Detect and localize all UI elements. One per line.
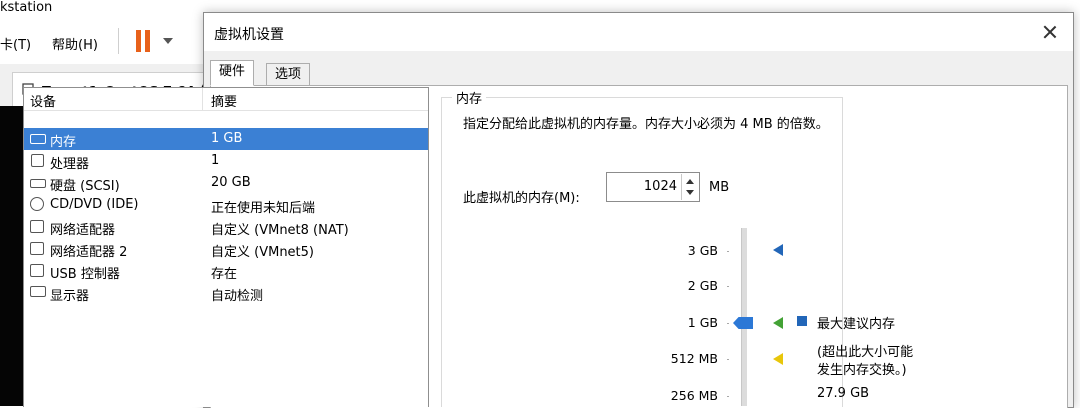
device-name: USB 控制器 (50, 267, 120, 282)
pause-icon[interactable] (136, 30, 152, 52)
scale-label-512mb: 512 MB (670, 351, 718, 366)
device-row-network-adapter-2[interactable]: 网络适配器 2 自定义 (VMnet5) (24, 238, 428, 260)
device-name: 显示器 (50, 289, 90, 304)
scale-label-2gb: 2 GB (687, 278, 718, 293)
device-row-memory[interactable]: 内存 1 GB (24, 128, 428, 150)
menu-item-tabs[interactable]: 卡(T) (0, 34, 31, 53)
device-list[interactable]: 设备 摘要 内存 1 GB 处理器 1 硬盘 (SCSI) 20 GB CD/D… (23, 87, 429, 407)
chevron-down-icon[interactable] (163, 38, 173, 44)
processor-icon (31, 154, 44, 167)
scale-label-256mb: 256 MB (670, 388, 718, 403)
device-summary: 自定义 (VMnet8 (NAT) (211, 223, 349, 238)
swap-note-line1: (超出此大小可能 (817, 345, 914, 360)
column-header-summary[interactable]: 摘要 (211, 91, 237, 110)
device-summary: 正在使用未知后端 (211, 201, 316, 216)
app-title: kstation (0, 0, 53, 15)
scale-label-1gb: 1 GB (687, 315, 718, 330)
column-divider (202, 88, 203, 110)
device-name: 网络适配器 (50, 223, 116, 238)
max-memory-marker-icon (773, 244, 783, 256)
spin-buttons (681, 174, 698, 200)
device-name: 网络适配器 2 (50, 245, 128, 260)
max-recommended-value: 27.9 GB (817, 386, 870, 401)
memory-description: 指定分配给此虚拟机的内存量。内存大小必须为 4 MB 的倍数。 (463, 117, 829, 132)
device-row-hard-disk[interactable]: 硬盘 (SCSI) 20 GB (24, 172, 428, 194)
device-row-display[interactable]: 显示器 自动检测 (24, 282, 428, 304)
spin-up-icon[interactable] (686, 179, 694, 184)
dialog-title: 虚拟机设置 (214, 27, 284, 43)
hard-disk-icon (30, 179, 46, 188)
menu-item-help[interactable]: 帮助(H) (52, 34, 98, 53)
device-summary: 1 (211, 153, 220, 168)
display-icon (30, 286, 46, 297)
column-header-device[interactable]: 设备 (30, 91, 56, 110)
toolbar-separator (118, 28, 119, 54)
scale-label-3gb: 3 GB (687, 243, 718, 258)
memory-unit: MB (709, 180, 730, 195)
device-summary: 1 GB (211, 131, 243, 146)
device-name: 处理器 (50, 157, 90, 172)
max-recommended-legend-icon (797, 316, 807, 326)
memory-spinbox[interactable]: 1024 (606, 172, 700, 202)
tick-mark (727, 396, 729, 397)
recommended-memory-marker-icon (773, 317, 783, 329)
device-row-network-adapter[interactable]: 网络适配器 自定义 (VMnet8 (NAT) (24, 216, 428, 238)
device-row-processor[interactable]: 处理器 1 (24, 150, 428, 172)
device-row-usb-controller[interactable]: USB 控制器 存在 (24, 260, 428, 282)
device-summary: 自动检测 (211, 289, 264, 304)
device-row-cd-dvd[interactable]: CD/DVD (IDE) 正在使用未知后端 (24, 194, 428, 216)
device-name: CD/DVD (IDE) (50, 197, 139, 212)
tick-mark (727, 323, 729, 324)
device-name: 硬盘 (SCSI) (50, 179, 120, 194)
network-adapter-icon (30, 220, 44, 233)
device-summary: 存在 (211, 267, 238, 282)
memory-group-title: 内存 (452, 88, 487, 107)
network-adapter-icon (30, 242, 44, 255)
tick-mark (727, 359, 729, 360)
guest-os-minimum-marker-icon (773, 353, 783, 365)
close-icon[interactable] (1037, 19, 1063, 45)
memory-value[interactable]: 1024 (644, 179, 677, 194)
device-list-header: 设备 摘要 (24, 88, 428, 111)
swap-note-line2: 发生内存交换。) (817, 363, 907, 378)
usb-controller-icon (30, 264, 44, 277)
memory-icon (30, 134, 46, 144)
max-recommended-label: 最大建议内存 (817, 317, 896, 332)
cd-dvd-icon (30, 197, 44, 211)
device-summary: 自定义 (VMnet5) (211, 245, 314, 260)
memory-field-label: 此虚拟机的内存(M): (463, 191, 580, 206)
tab-hardware[interactable]: 硬件 (210, 60, 255, 86)
menu-bar (0, 22, 210, 62)
tick-mark (727, 286, 729, 287)
tick-mark (727, 251, 729, 252)
device-summary: 20 GB (211, 175, 251, 190)
spin-down-icon[interactable] (686, 190, 694, 195)
tab-options[interactable]: 选项 (266, 63, 311, 85)
dialog-title-bar: 虚拟机设置 (204, 13, 1073, 51)
device-name: 内存 (50, 135, 77, 150)
